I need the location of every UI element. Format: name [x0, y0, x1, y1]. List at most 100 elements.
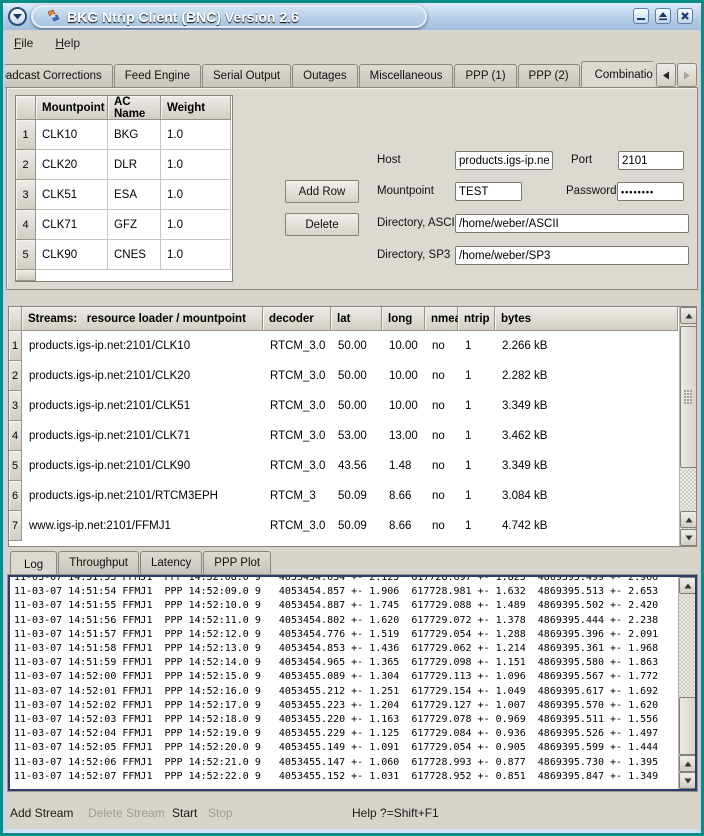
stream-cell-bytes[interactable]: 3.462 kB	[495, 421, 678, 451]
stream-cell-mountpoint[interactable]: www.igs-ip.net:2101/FFMJ1	[22, 511, 263, 541]
streams-corner-header[interactable]	[9, 307, 22, 331]
window-title-pill[interactable]: BKG Ntrip Client (BNC) Version 2.6	[31, 5, 427, 28]
combo-cell-weight[interactable]: 1.0	[161, 210, 231, 240]
combo-cell-weight[interactable]: 1.0	[161, 120, 231, 150]
tab-ppp-plot[interactable]: PPP Plot	[203, 551, 271, 575]
stream-cell-lat[interactable]: 53.00	[331, 421, 382, 451]
close-button[interactable]	[677, 8, 693, 24]
minimize-button[interactable]	[633, 8, 649, 24]
stream-cell-nmea[interactable]: no	[425, 451, 458, 481]
streams-header-nmea[interactable]: nmea	[425, 307, 458, 331]
stream-cell-decoder[interactable]: RTCM_3.0	[263, 451, 331, 481]
delete-button[interactable]: Delete	[285, 213, 359, 236]
col-header-ac-name[interactable]: AC Name	[108, 96, 161, 120]
stream-cell-decoder[interactable]: RTCM_3.0	[263, 361, 331, 391]
tab-serial-output[interactable]: Serial Output	[202, 64, 291, 88]
combo-cell-ac-name[interactable]: GFZ	[108, 210, 161, 240]
toolbar-help-shift-f1[interactable]: Help ?=Shift+F1	[352, 800, 439, 826]
tab-combination[interactable]: Combination	[581, 61, 653, 88]
stream-cell-ntrip[interactable]: 1	[458, 421, 495, 451]
stream-cell-nmea[interactable]: no	[425, 481, 458, 511]
corner-header-cell[interactable]	[16, 96, 36, 120]
tab-throughput[interactable]: Throughput	[58, 551, 139, 575]
stream-cell-nmea[interactable]: no	[425, 361, 458, 391]
combo-cell-ac-name[interactable]: CNES	[108, 240, 161, 270]
dir-ascii-input[interactable]	[455, 214, 689, 233]
tab-miscellaneous[interactable]: Miscellaneous	[359, 64, 454, 88]
stream-cell-ntrip[interactable]: 1	[458, 331, 495, 361]
log-scrollbar[interactable]	[678, 577, 695, 789]
streams-header-mountpoint[interactable]: Streams: resource loader / mountpoint	[22, 307, 263, 331]
stream-cell-decoder[interactable]: RTCM_3.0	[263, 511, 331, 541]
combo-row-number[interactable]: 5	[16, 240, 36, 270]
stream-cell-nmea[interactable]: no	[425, 511, 458, 541]
stream-cell-lat[interactable]: 43.56	[331, 451, 382, 481]
port-input[interactable]	[618, 151, 684, 170]
stream-cell-mountpoint[interactable]: products.igs-ip.net:2101/CLK20	[22, 361, 263, 391]
streams-scroll-down-button[interactable]	[680, 529, 697, 546]
log-scroll-up-button[interactable]	[679, 577, 696, 594]
log-pane[interactable]: 11-03-07 14:51:53 FFMJ1 PPP 14:52:08.0 9…	[8, 575, 697, 791]
stream-cell-decoder[interactable]: RTCM_3.0	[263, 391, 331, 421]
stream-cell-bytes[interactable]: 4.742 kB	[495, 511, 678, 541]
stream-cell-ntrip[interactable]: 1	[458, 481, 495, 511]
stream-row-number[interactable]: 6	[9, 481, 22, 511]
streams-header-decoder[interactable]: decoder	[263, 307, 331, 331]
stream-cell-long[interactable]: 10.00	[382, 331, 425, 361]
stream-cell-bytes[interactable]: 3.349 kB	[495, 451, 678, 481]
tab-broadcast-corrections[interactable]: Broadcast Corrections	[5, 64, 113, 88]
streams-header-lat[interactable]: lat	[331, 307, 382, 331]
log-scrollbar-thumb[interactable]	[679, 697, 696, 755]
stream-cell-long[interactable]: 10.00	[382, 361, 425, 391]
log-scroll-down-button[interactable]	[679, 772, 696, 789]
stream-cell-mountpoint[interactable]: products.igs-ip.net:2101/CLK51	[22, 391, 263, 421]
dir-sp3-input[interactable]	[455, 246, 689, 265]
stream-cell-long[interactable]: 8.66	[382, 481, 425, 511]
stream-cell-long[interactable]: 8.66	[382, 511, 425, 541]
stream-cell-mountpoint[interactable]: products.igs-ip.net:2101/CLK71	[22, 421, 263, 451]
tab-log[interactable]: Log	[10, 551, 57, 575]
stream-cell-ntrip[interactable]: 1	[458, 361, 495, 391]
combo-cell-mountpoint[interactable]: CLK20	[36, 150, 108, 180]
combo-cell-ac-name[interactable]: ESA	[108, 180, 161, 210]
combo-cell-ac-name[interactable]: DLR	[108, 150, 161, 180]
streams-header-ntrip[interactable]: ntrip	[458, 307, 495, 331]
combo-row-number[interactable]: 2	[16, 150, 36, 180]
titlebar[interactable]: BKG Ntrip Client (BNC) Version 2.6	[3, 3, 701, 30]
stream-row-number[interactable]: 2	[9, 361, 22, 391]
tab-ppp-2[interactable]: PPP (2)	[518, 64, 580, 88]
stream-row-number[interactable]: 4	[9, 421, 22, 451]
combo-row-number[interactable]: 4	[16, 210, 36, 240]
toolbar-add-stream[interactable]: Add Stream	[10, 800, 73, 826]
stream-cell-decoder[interactable]: RTCM_3.0	[263, 421, 331, 451]
stream-cell-lat[interactable]: 50.00	[331, 331, 382, 361]
stream-cell-bytes[interactable]: 3.349 kB	[495, 391, 678, 421]
stream-cell-ntrip[interactable]: 1	[458, 451, 495, 481]
stream-cell-lat[interactable]: 50.09	[331, 511, 382, 541]
stream-cell-lat[interactable]: 50.09	[331, 481, 382, 511]
stream-cell-nmea[interactable]: no	[425, 331, 458, 361]
password-input[interactable]	[617, 182, 684, 201]
combo-cell-weight[interactable]: 1.0	[161, 150, 231, 180]
combo-cell-mountpoint[interactable]: CLK51	[36, 180, 108, 210]
stream-cell-long[interactable]: 1.48	[382, 451, 425, 481]
menu-help[interactable]: Help	[55, 36, 80, 50]
combo-cell-mountpoint[interactable]: CLK10	[36, 120, 108, 150]
combo-cell-ac-name[interactable]: BKG	[108, 120, 161, 150]
combo-cell-weight[interactable]: 1.0	[161, 240, 231, 270]
stream-cell-lat[interactable]: 50.00	[331, 391, 382, 421]
stream-row-number[interactable]: 1	[9, 331, 22, 361]
stream-cell-mountpoint[interactable]: products.igs-ip.net:2101/CLK10	[22, 331, 263, 361]
maximize-button[interactable]	[655, 8, 671, 24]
streams-header-long[interactable]: long	[382, 307, 425, 331]
stream-row-number[interactable]: 5	[9, 451, 22, 481]
stream-cell-decoder[interactable]: RTCM_3	[263, 481, 331, 511]
combo-row-number[interactable]: 3	[16, 180, 36, 210]
streams-scrollbar-thumb[interactable]	[680, 326, 697, 468]
stream-row-number[interactable]: 3	[9, 391, 22, 421]
mountpoint-input[interactable]	[455, 182, 522, 201]
tab-scroll-left-button[interactable]	[656, 63, 676, 87]
stream-cell-bytes[interactable]: 2.282 kB	[495, 361, 678, 391]
streams-scroll-up-button[interactable]	[680, 307, 697, 324]
stream-cell-nmea[interactable]: no	[425, 421, 458, 451]
